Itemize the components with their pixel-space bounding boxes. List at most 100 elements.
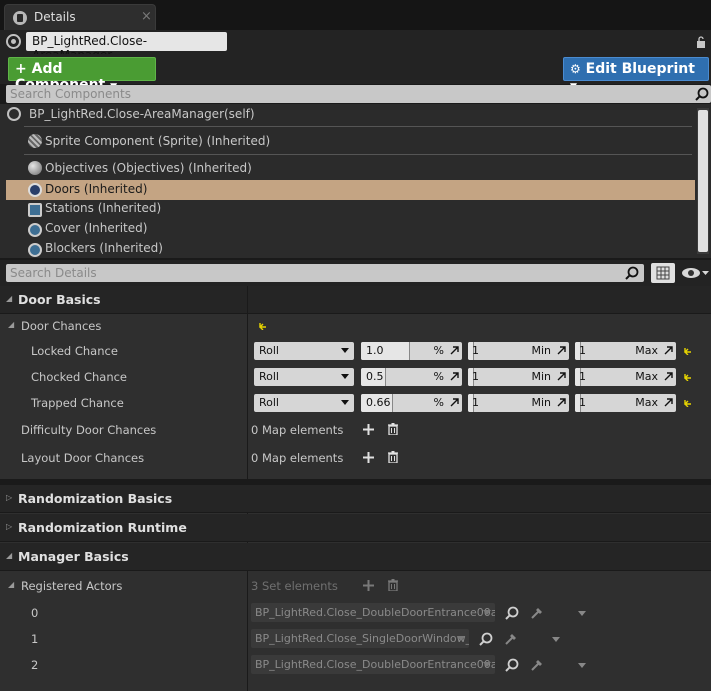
- expand-icon[interactable]: [557, 372, 566, 381]
- object-name-field[interactable]: BP_LightRed.Close-AreaManager: [26, 32, 227, 62]
- component-blockers[interactable]: Blockers (Inherited): [6, 240, 695, 260]
- component-label: Blockers (Inherited): [45, 241, 163, 255]
- browse-search-icon[interactable]: [505, 658, 519, 672]
- component-label: Doors (Inherited): [45, 182, 148, 196]
- trash-icon[interactable]: [388, 423, 398, 435]
- component-cover[interactable]: Cover (Inherited): [6, 220, 695, 240]
- component-self[interactable]: BP_LightRed.Close-AreaManager(self): [6, 104, 695, 124]
- tab-close-icon[interactable]: ×: [141, 9, 152, 24]
- stations-icon: [28, 203, 42, 217]
- expand-icon[interactable]: [664, 346, 673, 355]
- reset-to-default-icon[interactable]: [683, 347, 693, 355]
- actor-picker[interactable]: BP_LightRed.Close_SingleDoorWindow_0: [251, 629, 469, 648]
- plus-icon: +: [15, 61, 27, 77]
- chance-value-field[interactable]: 0.5%: [361, 368, 462, 386]
- component-sprite[interactable]: Sprite Component (Sprite) (Inherited): [6, 131, 695, 151]
- difficulty-door-chances-value: 0 Map elements: [251, 423, 344, 437]
- min-value-field[interactable]: 1 Min: [468, 394, 569, 412]
- max-value-field[interactable]: 1 Max: [575, 342, 676, 360]
- actor-icon: [6, 34, 21, 49]
- browse-search-icon[interactable]: [505, 606, 519, 620]
- actor-index: 1: [31, 632, 39, 646]
- chance-value-field[interactable]: 0.66%: [361, 394, 462, 412]
- property-matrix-button[interactable]: [651, 263, 675, 283]
- component-objectives[interactable]: Objectives (Objectives) (Inherited): [6, 158, 695, 178]
- browse-search-icon[interactable]: [479, 632, 493, 646]
- search-icon[interactable]: [625, 266, 639, 280]
- category-label: Door Basics: [18, 292, 101, 307]
- chevron-down-icon[interactable]: [552, 637, 560, 642]
- trash-icon[interactable]: [388, 451, 398, 463]
- roll-mode-dropdown[interactable]: Roll: [254, 342, 354, 360]
- chance-unit: %: [433, 396, 444, 409]
- actor-index: 0: [31, 606, 39, 620]
- collapse-arrow-icon[interactable]: ◢: [8, 580, 14, 589]
- trash-icon[interactable]: [388, 579, 398, 591]
- collapse-arrow-icon[interactable]: ◢: [8, 320, 14, 329]
- chevron-down-icon[interactable]: [578, 663, 586, 668]
- chevron-down-icon[interactable]: [578, 611, 586, 616]
- cover-icon: [28, 223, 42, 237]
- chance-value-field[interactable]: 1.0%: [361, 342, 462, 360]
- actor-icon: [7, 107, 21, 121]
- category-label: Randomization Basics: [18, 491, 173, 506]
- search-details-input[interactable]: [10, 265, 610, 281]
- tab-details[interactable]: Details ×: [4, 4, 156, 30]
- category-door-basics[interactable]: ◢ Door Basics: [0, 286, 711, 314]
- roll-mode-dropdown[interactable]: Roll: [254, 394, 354, 412]
- reset-to-default-icon[interactable]: [258, 322, 268, 330]
- add-element-icon[interactable]: [363, 424, 374, 435]
- category-label: Randomization Runtime: [18, 520, 187, 535]
- component-stations[interactable]: Stations (Inherited): [6, 200, 695, 220]
- component-label: BP_LightRed.Close-AreaManager(self): [29, 107, 255, 121]
- expand-arrow-icon: ▷: [6, 522, 13, 531]
- eye-icon[interactable]: [680, 266, 710, 280]
- min-value-field[interactable]: 1 Min: [468, 368, 569, 386]
- tree-divider: [24, 154, 692, 155]
- lock-icon[interactable]: [696, 36, 706, 48]
- doors-icon: [28, 183, 42, 197]
- add-element-icon[interactable]: [363, 580, 374, 591]
- expand-icon[interactable]: [664, 372, 673, 381]
- layout-door-chances-label: Layout Door Chances: [21, 451, 145, 465]
- category-label: Manager Basics: [18, 549, 129, 564]
- min-value: 1: [472, 370, 479, 383]
- components-scrollbar-thumb[interactable]: [698, 110, 708, 252]
- actor-picker[interactable]: BP_LightRed.Close_DoubleDoorEntrance00a_…: [251, 603, 495, 622]
- search-components-box: [6, 85, 711, 103]
- max-value: 1: [579, 396, 586, 409]
- difficulty-door-chances-label: Difficulty Door Chances: [21, 423, 157, 437]
- search-components-input[interactable]: [10, 86, 670, 102]
- min-value: 1: [472, 396, 479, 409]
- picker-eyedropper-icon[interactable]: [530, 658, 544, 672]
- roll-mode-value: Roll: [259, 344, 279, 357]
- registered-actors-value: 3 Set elements: [251, 579, 338, 593]
- max-value-field[interactable]: 1 Max: [575, 368, 676, 386]
- actor-index: 2: [31, 658, 39, 672]
- expand-icon[interactable]: [557, 346, 566, 355]
- reset-to-default-icon[interactable]: [683, 373, 693, 381]
- category-randomization-basics[interactable]: ▷ Randomization Basics: [0, 485, 711, 513]
- reset-to-default-icon[interactable]: [683, 399, 693, 407]
- search-icon[interactable]: [695, 87, 709, 101]
- edit-blueprint-button[interactable]: ⚙ Edit Blueprint ▼: [563, 57, 709, 92]
- category-manager-basics[interactable]: ◢ Manager Basics: [0, 543, 711, 571]
- max-value-field[interactable]: 1 Max: [575, 394, 676, 412]
- expand-icon[interactable]: [450, 398, 459, 407]
- chance-unit: %: [433, 370, 444, 383]
- roll-mode-dropdown[interactable]: Roll: [254, 368, 354, 386]
- min-value-field[interactable]: 1 Min: [468, 342, 569, 360]
- expand-icon[interactable]: [450, 372, 459, 381]
- actor-picker[interactable]: BP_LightRed.Close_DoubleDoorEntrance00a_…: [251, 655, 495, 674]
- expand-icon[interactable]: [664, 398, 673, 407]
- chance-label: Chocked Chance: [31, 370, 128, 384]
- category-randomization-runtime[interactable]: ▷ Randomization Runtime: [0, 514, 711, 542]
- expand-icon[interactable]: [450, 346, 459, 355]
- picker-eyedropper-icon[interactable]: [504, 632, 518, 646]
- picker-eyedropper-icon[interactable]: [530, 606, 544, 620]
- gear-icon: ⚙: [570, 62, 581, 76]
- component-doors[interactable]: Doors (Inherited): [6, 180, 695, 200]
- add-element-icon[interactable]: [363, 452, 374, 463]
- expand-icon[interactable]: [557, 398, 566, 407]
- add-component-button[interactable]: + Add Component ▼: [8, 57, 156, 93]
